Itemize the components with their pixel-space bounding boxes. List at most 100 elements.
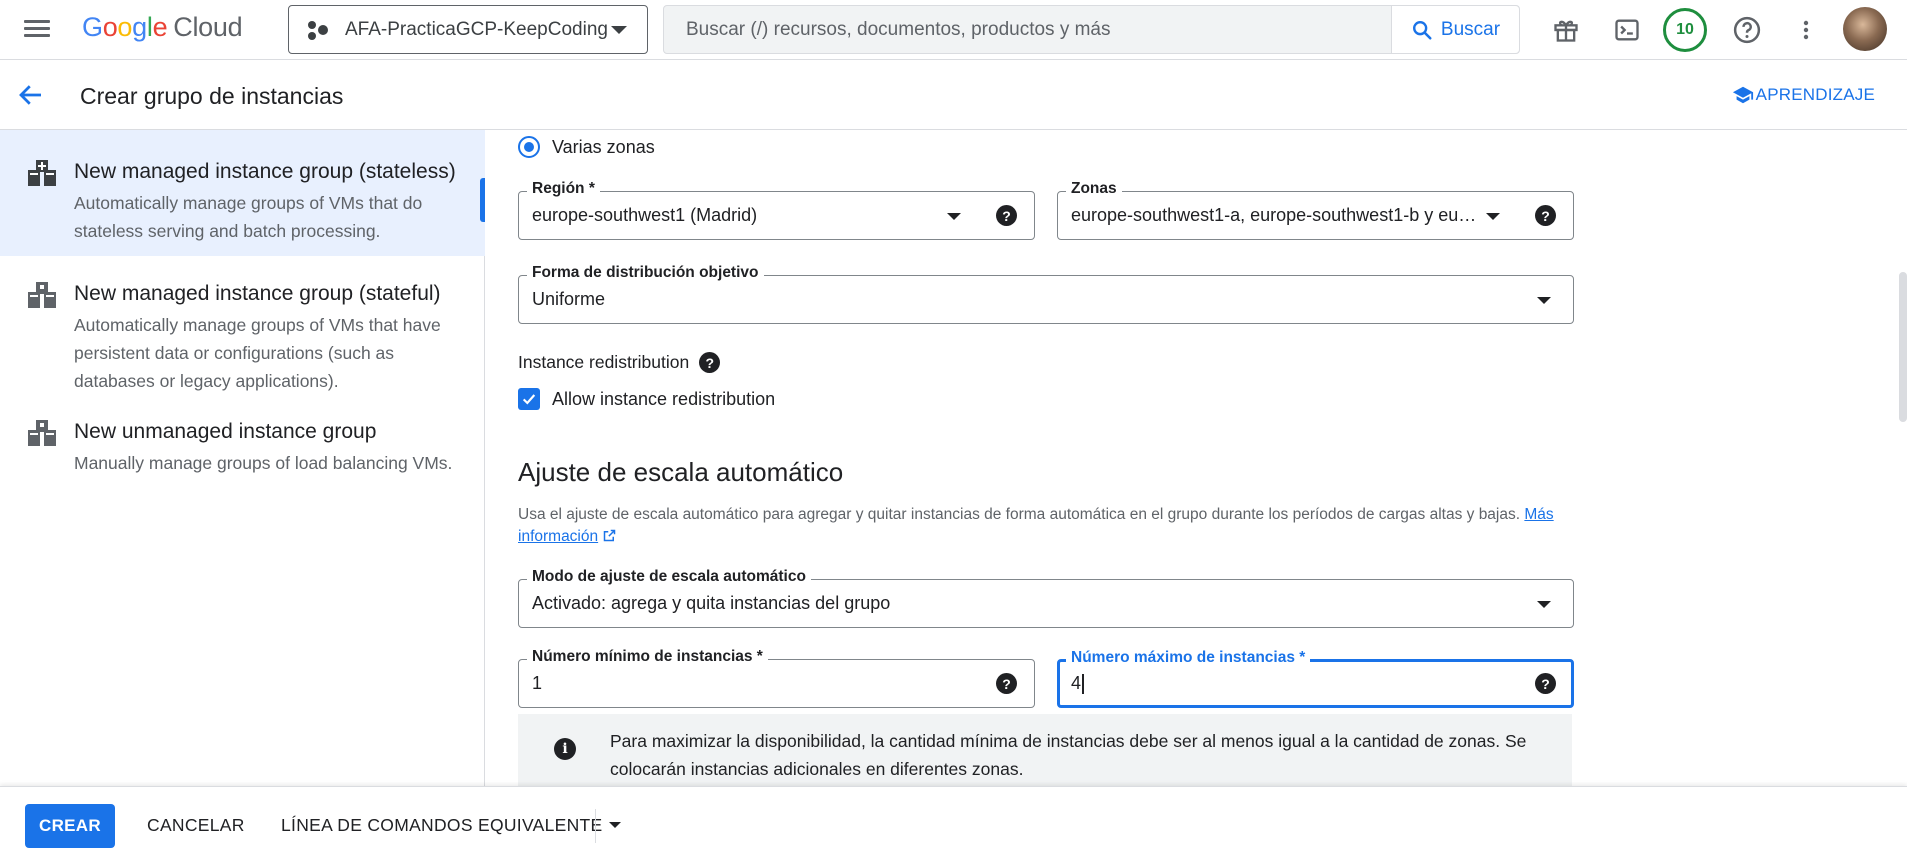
region-select[interactable]: Región * europe-southwest1 (Madrid) ? [518, 180, 1035, 240]
location-option: Varias zonas [518, 136, 655, 158]
project-icon [307, 19, 329, 41]
external-link-icon[interactable] [602, 528, 617, 543]
zones-label: Zonas [1066, 180, 1122, 198]
nav-item-title: New unmanaged instance group [74, 420, 377, 443]
region-label: Región * [527, 180, 600, 198]
search-button-label: Buscar [1440, 18, 1501, 40]
chevron-down-icon [611, 25, 627, 34]
create-button[interactable]: CREAR [25, 804, 115, 848]
max-instances-input[interactable]: 4 [1071, 673, 1084, 695]
nav-item-description: Manually manage groups of load balancing… [74, 453, 453, 473]
text-cursor [1082, 674, 1084, 695]
nav-item-managed-stateless[interactable]: New managed instance group (stateless) A… [0, 130, 485, 256]
google-cloud-logo[interactable]: Google Cloud [82, 12, 243, 43]
help-icon[interactable]: ? [996, 205, 1017, 226]
search-input[interactable] [664, 6, 1391, 53]
chevron-down-icon[interactable] [609, 822, 621, 828]
page-header: Crear grupo de instancias APRENDIZAJE [0, 60, 1907, 130]
autoscaling-mode-value: Activado: agrega y quita instancias del … [532, 593, 891, 613]
check-icon [522, 394, 536, 405]
instance-group-icon [28, 420, 56, 446]
action-footer: CREAR CANCELAR LÍNEA DE COMANDOS EQUIVAL… [0, 786, 1907, 850]
help-icon[interactable] [1729, 12, 1765, 48]
search-icon [1412, 20, 1432, 40]
terminal-icon[interactable] [1609, 12, 1645, 48]
help-icon[interactable]: ? [996, 673, 1017, 694]
info-icon: i [554, 738, 576, 760]
page-title: Crear grupo de instancias [80, 83, 344, 109]
school-icon [1732, 86, 1753, 104]
learn-button-label: APRENDIZAJE [1755, 85, 1875, 104]
logo-letter: o [102, 12, 118, 42]
logo-letter: o [117, 12, 133, 42]
command-line-button[interactable]: LÍNEA DE COMANDOS EQUIVALENTE [281, 815, 603, 836]
multi-zone-label: Varias zonas [552, 136, 655, 157]
nav-item-title: New managed instance group (stateful) [74, 282, 441, 305]
chevron-down-icon [1486, 213, 1500, 220]
back-arrow-icon[interactable] [16, 80, 46, 110]
max-instances-field[interactable]: Número máximo de instancias * 4 ? [1057, 649, 1574, 708]
min-instances-value: 1 [532, 673, 543, 693]
autoscaling-description: Usa el ajuste de escala automático para … [518, 504, 1578, 548]
multi-zone-radio[interactable] [518, 136, 540, 158]
logo-suffix: Cloud [173, 12, 243, 42]
max-instances-value: 4 [1071, 673, 1082, 693]
search-button[interactable]: Buscar [1391, 6, 1519, 53]
search-bar: Buscar [663, 5, 1520, 54]
help-icon[interactable]: ? [699, 352, 721, 373]
learn-button[interactable]: APRENDIZAJE [1732, 84, 1875, 106]
nav-item-title: New managed instance group (stateless) [74, 160, 456, 183]
chevron-down-icon [1537, 601, 1551, 608]
more-vert-icon[interactable] [1788, 12, 1824, 48]
distribution-shape-select[interactable]: Forma de distribución objetivo Uniforme [518, 264, 1574, 324]
info-message: Para maximizar la disponibilidad, la can… [610, 731, 1527, 779]
command-line-button-label: LÍNEA DE COMANDOS EQUIVALENTE [281, 815, 603, 835]
help-icon[interactable]: ? [1535, 673, 1556, 694]
min-instances-info-banner: i Para maximizar la disponibilidad, la c… [518, 714, 1572, 786]
zones-value: europe-southwest1-a, europe-southwest1-b… [1071, 205, 1481, 225]
region-value: europe-southwest1 (Madrid) [532, 205, 758, 225]
avatar[interactable] [1843, 7, 1887, 51]
nav-item-unmanaged[interactable]: New unmanaged instance group Manually ma… [0, 394, 485, 504]
autoscaling-mode-label: Modo de ajuste de escala automático [527, 568, 811, 586]
nav-item-managed-stateful[interactable]: New managed instance group (stateful) Au… [0, 256, 485, 394]
instance-group-icon [28, 160, 56, 186]
redistribution-label: Instance redistribution [518, 352, 690, 372]
notifications-count: 10 [1676, 21, 1694, 38]
nav-item-description: Automatically manage groups of VMs that … [74, 315, 441, 391]
project-name: AFA-PracticaGCP-KeepCoding [345, 18, 608, 40]
redistribution-option: Allow instance redistribution [518, 388, 775, 410]
footer-divider [595, 809, 596, 843]
instance-group-type-nav: New managed instance group (stateless) A… [0, 130, 485, 786]
content-scrollbar[interactable] [1899, 272, 1907, 422]
notifications-badge[interactable]: 10 [1663, 8, 1707, 52]
distribution-value: Uniforme [532, 289, 606, 309]
logo-letter: g [132, 12, 147, 42]
cancel-button[interactable]: CANCELAR [147, 815, 245, 836]
min-instances-label: Número mínimo de instancias * [527, 648, 768, 666]
zones-select[interactable]: Zonas europe-southwest1-a, europe-southw… [1057, 180, 1574, 240]
help-icon[interactable]: ? [1535, 205, 1556, 226]
redistribution-checkbox[interactable] [518, 388, 540, 410]
gift-icon[interactable] [1548, 12, 1584, 48]
autoscaling-heading: Ajuste de escala automático [518, 457, 844, 487]
nav-item-description: Automatically manage groups of VMs that … [74, 193, 423, 241]
menu-icon[interactable] [24, 16, 52, 40]
create-form: Varias zonas Región * europe-southwest1 … [486, 130, 1907, 786]
active-indicator [480, 178, 485, 222]
max-instances-label: Número máximo de instancias * [1066, 649, 1311, 667]
redistribution-section: Instance redistribution ? [518, 352, 721, 373]
autoscaling-description-text: Usa el ajuste de escala automático para … [518, 506, 1521, 523]
cancel-button-label: CANCELAR [147, 815, 245, 835]
create-button-label: CREAR [39, 816, 101, 835]
chevron-down-icon [1537, 297, 1551, 304]
autoscaling-mode-select[interactable]: Modo de ajuste de escala automático Acti… [518, 568, 1574, 628]
instance-group-icon [28, 282, 56, 308]
redistribution-checkbox-label: Allow instance redistribution [552, 388, 776, 409]
distribution-label: Forma de distribución objetivo [527, 264, 764, 282]
min-instances-field[interactable]: Número mínimo de instancias * 1 ? [518, 648, 1035, 708]
logo-letter: G [82, 12, 103, 42]
top-app-bar: Google Cloud AFA-PracticaGCP-KeepCoding B… [0, 0, 1907, 60]
project-picker[interactable]: AFA-PracticaGCP-KeepCoding [288, 5, 648, 54]
logo-letter: e [152, 12, 168, 42]
